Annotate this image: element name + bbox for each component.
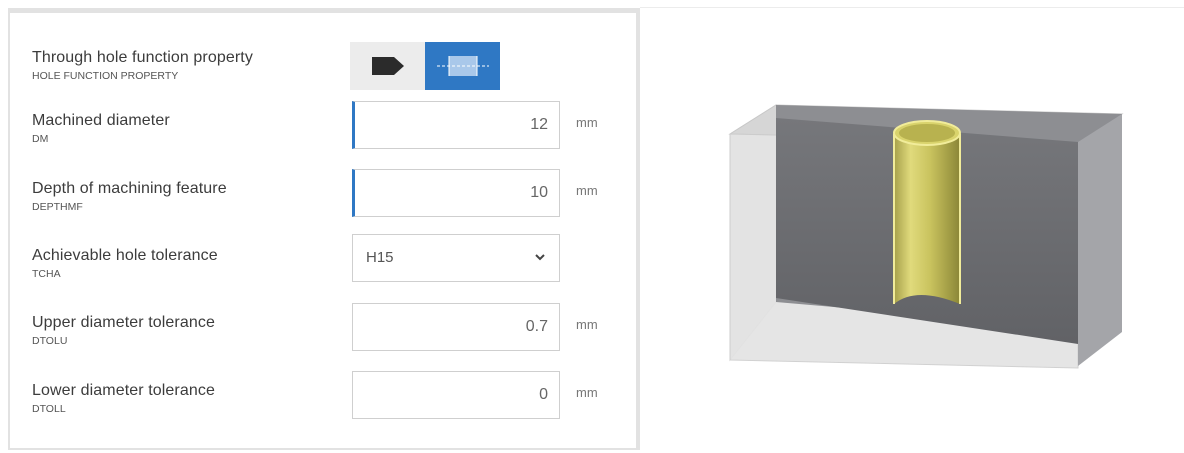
blind-hole-icon bbox=[371, 57, 404, 75]
hole-function-code: HOLE FUNCTION PROPERTY bbox=[32, 70, 179, 82]
hole-function-label: Through hole function property bbox=[32, 49, 253, 66]
lower-tolerance-label: Lower diameter tolerance bbox=[32, 382, 215, 399]
machined-diameter-label: Machined diameter bbox=[32, 112, 170, 129]
through-hole-icon bbox=[436, 56, 489, 76]
upper-tolerance-unit: mm bbox=[576, 317, 598, 332]
hole-properties-panel: Through hole function property HOLE FUNC… bbox=[8, 8, 640, 450]
depth-code: DEPTHMF bbox=[32, 201, 83, 213]
header-divider bbox=[640, 7, 1184, 8]
hole-function-toggle bbox=[350, 42, 500, 90]
hole-tolerance-label: Achievable hole tolerance bbox=[32, 247, 218, 264]
depth-input[interactable]: 10 bbox=[352, 169, 560, 217]
through-hole-opening bbox=[899, 124, 955, 142]
lower-tolerance-code: DTOLL bbox=[32, 403, 66, 415]
hole-tolerance-value: H15 bbox=[366, 249, 394, 266]
upper-tolerance-input[interactable]: 0.7 bbox=[352, 303, 560, 351]
depth-unit: mm bbox=[576, 183, 598, 198]
chevron-down-icon bbox=[535, 254, 545, 261]
machined-diameter-unit: mm bbox=[576, 115, 598, 130]
through-hole-option[interactable] bbox=[425, 42, 500, 90]
hole-3d-preview bbox=[728, 104, 1124, 369]
depth-label: Depth of machining feature bbox=[32, 180, 227, 197]
lower-tolerance-unit: mm bbox=[576, 385, 598, 400]
through-hole-feature bbox=[894, 134, 960, 304]
upper-tolerance-label: Upper diameter tolerance bbox=[32, 314, 215, 331]
hole-tolerance-code: TCHA bbox=[32, 268, 61, 280]
upper-tolerance-code: DTOLU bbox=[32, 335, 68, 347]
hole-tolerance-select[interactable]: H15 bbox=[352, 234, 560, 282]
machined-diameter-code: DM bbox=[32, 133, 49, 145]
machined-diameter-input[interactable]: 12 bbox=[352, 101, 560, 149]
section-right-face bbox=[1078, 114, 1122, 366]
lower-tolerance-input[interactable]: 0 bbox=[352, 371, 560, 419]
blind-hole-option[interactable] bbox=[350, 42, 425, 90]
